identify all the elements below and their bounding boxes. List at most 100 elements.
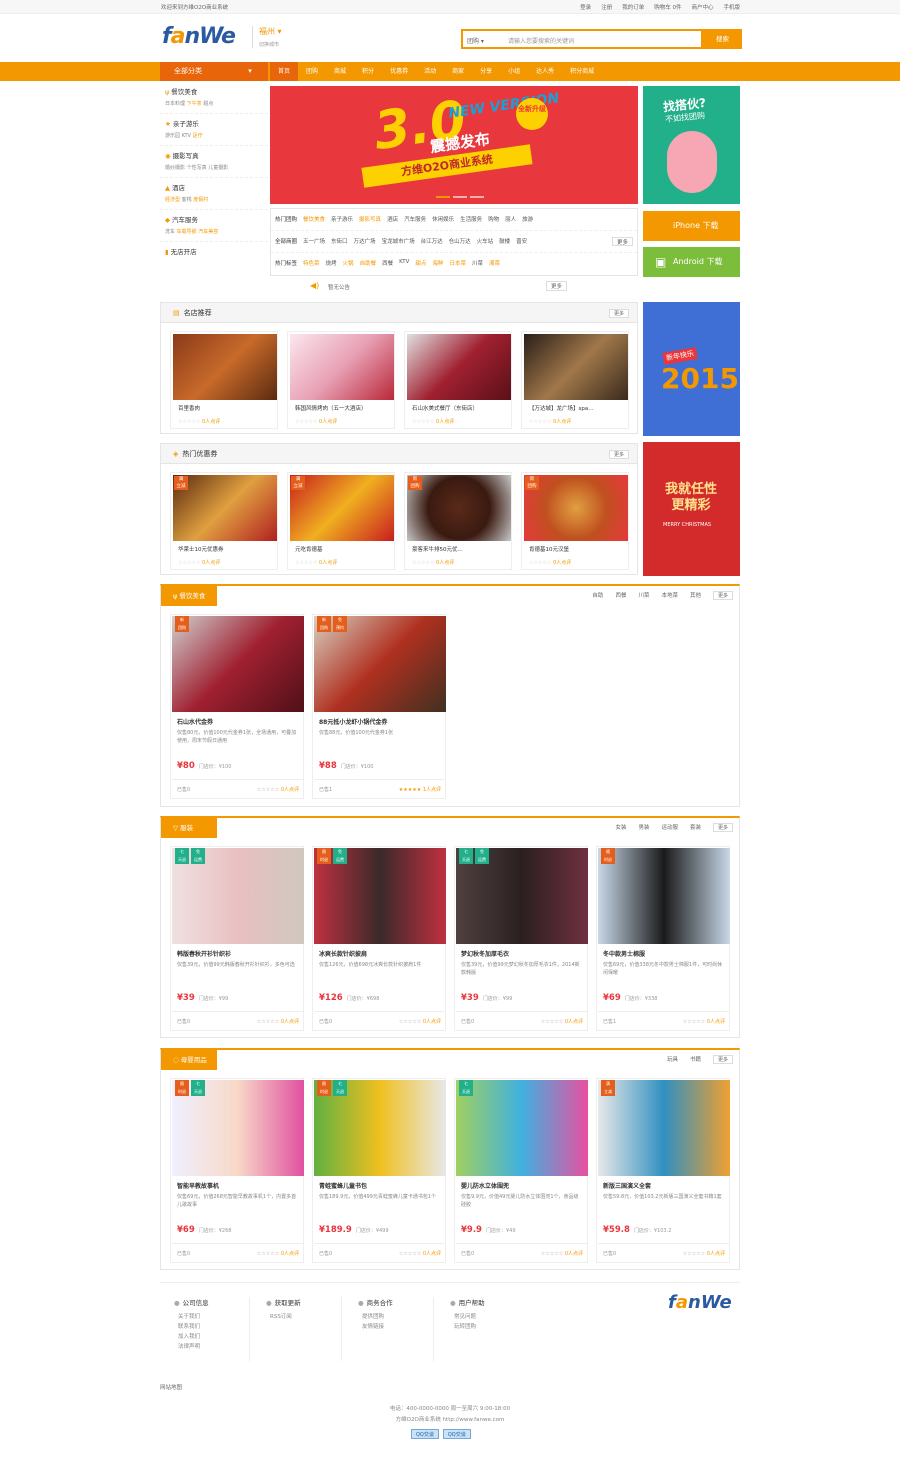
category-item[interactable]: ★ 亲子游乐 游乐园 KTV 足疗 <box>160 114 268 146</box>
nav-item-coupon[interactable]: 优惠券 <box>382 62 416 81</box>
hero-banner[interactable]: 3.0 NEW VERSION 全新升级 震撼发布 方维O2O商业系统 <box>270 86 638 204</box>
nav-item-event[interactable]: 活动 <box>416 62 444 81</box>
more-button[interactable]: 更多 <box>608 450 629 459</box>
sub-tab[interactable]: 川菜 <box>638 591 649 599</box>
category-item[interactable]: ψ 餐饮美食 日本料理 下午茶 甜点 <box>160 82 268 114</box>
nav-item-group[interactable]: 小组 <box>500 62 528 81</box>
notice-text[interactable]: 暂无公告 <box>328 283 350 291</box>
deal-card[interactable]: 满立减 新版三国演义全套 仅售59.8元，价值103.2元新版三国演义全套书籍1… <box>596 1078 730 1263</box>
search-type-select[interactable]: 团购 ▾ <box>467 36 484 45</box>
category-item[interactable]: ▲ 酒店 经济型 客栈 度假村 <box>160 178 268 210</box>
footer-link[interactable]: 法律声明 <box>178 1342 249 1352</box>
site-logo[interactable]: fanWe <box>162 24 238 52</box>
category-item[interactable]: ◆ 汽车服务 洗车 车载导航 汽车美容 <box>160 210 268 242</box>
more-button[interactable]: 更多 <box>712 823 733 832</box>
hot-links-box: 热门团购 餐饮美食 亲子游乐 摄影写真 酒店 汽车服务 休闲娱乐 生活服务 购物… <box>270 208 638 276</box>
category-item[interactable]: ▮ 无店开店 <box>160 242 268 274</box>
city-switcher[interactable]: 福州 ▾ 切换城市 <box>252 26 297 48</box>
nav-item-daren[interactable]: 达人秀 <box>528 62 562 81</box>
store-card[interactable]: 百里香肉 ☆☆☆☆☆ 0人点评 <box>170 331 278 429</box>
footer-link[interactable]: 关于我们 <box>178 1312 249 1322</box>
sub-tab[interactable]: 女装 <box>615 823 626 831</box>
sub-tab[interactable]: 男装 <box>638 823 649 831</box>
current-city[interactable]: 福州 <box>259 27 275 36</box>
nav-item-score-mall[interactable]: 积分商城 <box>562 62 602 81</box>
store-card[interactable]: 韩国风情烤肉（五一大酒店） ☆☆☆☆☆ 0人点评 <box>287 331 395 429</box>
carousel-dots[interactable] <box>436 196 484 198</box>
coupon-card[interactable]: 新团购 豪客来牛排50元优... ☆☆☆☆☆ 0人点评 <box>404 472 512 570</box>
mobile-link[interactable]: 手机版 <box>723 3 740 11</box>
footer-link[interactable]: 加入我们 <box>178 1332 249 1342</box>
christmas-ad[interactable]: 我就任性 更精彩 MERRY CHRISTMAS <box>643 442 740 576</box>
more-button[interactable]: 更多 <box>712 1055 733 1064</box>
nav-item-store[interactable]: 商家 <box>444 62 472 81</box>
nav-item-score[interactable]: 积分 <box>354 62 382 81</box>
merchant-center-link[interactable]: 商户中心 <box>691 3 713 11</box>
phone-illustration <box>667 131 717 193</box>
nav-item-home[interactable]: 首页 <box>270 62 299 81</box>
main-nav: 全部分类 ▾ 首页 团购 商城 积分 优惠券 活动 商家 分享 小组 达人秀 积… <box>0 62 900 81</box>
more-button[interactable]: 更多 <box>611 237 633 246</box>
deal-card[interactable]: 新团购 免预约 88元抵小龙虾小锅代金券 仅售88元，价值100元代金券1张 ¥… <box>312 614 446 799</box>
speaker-icon: ◀) <box>310 281 320 290</box>
footer-logo[interactable]: fanWe <box>668 1292 732 1313</box>
deal-card[interactable]: 随时退 冬中款男士棉服 仅售69元，价值338元冬中款男士棉服1件，可时尚休闲保… <box>596 846 730 1031</box>
android-download-button[interactable]: ▣ Android 下载 <box>643 247 740 277</box>
sub-tab[interactable]: 本地菜 <box>661 591 678 599</box>
sub-tab[interactable]: 套装 <box>690 823 701 831</box>
block-title: 热门优惠券 <box>182 450 218 458</box>
section-food: ψ 餐饮美食 自助 西餐 川菜 本地菜 其他 更多 新团购 石山水代金券 仅售8… <box>160 584 740 807</box>
coupon-card[interactable]: 新团购 肯德基10元汉堡 ☆☆☆☆☆ 0人点评 <box>521 472 629 570</box>
footer-link[interactable]: 常见问题 <box>454 1312 526 1322</box>
nav-item-mall[interactable]: 商城 <box>326 62 354 81</box>
side-ad-tuan[interactable]: 找搭伙? 不如找团购 <box>643 86 740 204</box>
chevron-down-icon: ▾ <box>277 27 282 36</box>
cart-link[interactable]: 购物车 0件 <box>654 3 681 11</box>
register-link[interactable]: 注册 <box>601 3 612 11</box>
footer-link[interactable]: RSS订阅 <box>270 1312 341 1322</box>
qq-chat-button[interactable]: QQ交谈 <box>411 1429 439 1439</box>
deal-card[interactable]: 七天退 婴儿防水立体围兜 仅售9.9元，价值49元婴儿防水立体围兜1个，食品级硅… <box>454 1078 588 1263</box>
deal-card[interactable]: 随时退 免运费 冰爽长款针织披肩 仅售126元，价值698元冰爽长款针织披肩1件… <box>312 846 446 1031</box>
coupon-card[interactable]: 满立减 华莱士10元优惠券 ☆☆☆☆☆ 0人点评 <box>170 472 278 570</box>
nav-item-share[interactable]: 分享 <box>472 62 500 81</box>
sub-tab[interactable]: 西餐 <box>615 591 626 599</box>
featured-stores: ▤ 名店推荐 更多 百里香肉 ☆☆☆☆☆ 0人点评 韩国风情烤肉（五一大酒店） ☆☆☆☆… <box>160 302 638 434</box>
deal-card[interactable]: 新团购 石山水代金券 仅售80元，价值100元代金券1张，全场通用，可叠加使用，… <box>170 614 304 799</box>
more-button[interactable]: 更多 <box>608 309 629 318</box>
deal-card[interactable]: 随时退 七天退 智能早教故事机 仅售69元，价值268元智能早教故事机1个，内置… <box>170 1078 304 1263</box>
shop-icon: ▮ <box>165 248 169 256</box>
footer-link[interactable]: 友情链接 <box>362 1322 433 1332</box>
footer-col: 商务合作 提供团购友情链接 <box>344 1297 434 1361</box>
search-input[interactable]: 请输入您要搜索的关键词 <box>508 36 574 45</box>
sub-tab[interactable]: 书籍 <box>690 1055 701 1063</box>
footer-link[interactable]: 提供团购 <box>362 1312 433 1322</box>
store-card[interactable]: 石山水美式餐厅（东街店） ☆☆☆☆☆ 0人点评 <box>404 331 512 429</box>
nav-item-tuan[interactable]: 团购 <box>298 62 326 81</box>
deal-card[interactable]: 七天退 免运费 韩版春秋开衫针织衫 仅售39元，价值99元韩版春秋开衫针织衫，多… <box>170 846 304 1031</box>
qq-chat-button[interactable]: QQ交谈 <box>442 1429 471 1439</box>
footer-link[interactable]: 联系我们 <box>178 1322 249 1332</box>
login-link[interactable]: 登录 <box>580 3 591 11</box>
search-button[interactable]: 搜索 <box>703 29 742 49</box>
hot-tag-row: 热门标签 特色菜 烧烤 火锅 自助餐 西餐 KTV 甜点 海鲜 日本菜 川菜 湘… <box>275 259 500 267</box>
category-item[interactable]: ◉ 摄影写真 婚纱摄影 个性写真 儿童摄影 <box>160 146 268 178</box>
sub-tab[interactable]: 自助 <box>592 591 603 599</box>
new-year-ad[interactable]: 新年快乐 2015 <box>643 302 740 436</box>
sub-tab[interactable]: 运动服 <box>661 823 678 831</box>
deal-card[interactable]: 七天退 免运费 梦幻秋冬加厚毛衣 仅售39元，价值99元梦幻秋冬加厚毛衣1件，2… <box>454 846 588 1031</box>
city-switch-link[interactable]: 切换城市 <box>259 41 297 48</box>
sub-tab[interactable]: 玩具 <box>667 1055 678 1063</box>
footer-link[interactable]: 玩转团购 <box>454 1322 526 1332</box>
all-categories-button[interactable]: 全部分类 ▾ <box>160 62 268 81</box>
coupon-card[interactable]: 满立减 元吃肯德基 ☆☆☆☆☆ 0人点评 <box>287 472 395 570</box>
sub-tab[interactable]: 其他 <box>690 591 701 599</box>
ios-download-button[interactable]: iPhone 下载 <box>643 211 740 241</box>
notice-more-button[interactable]: 更多 <box>546 281 568 291</box>
more-button[interactable]: 更多 <box>712 591 733 600</box>
friend-links[interactable]: 网站地图 <box>160 1383 182 1391</box>
deal-card[interactable]: 随时退 七天退 青蛙蜜蜂儿童书包 仅售189.9元，价值499元青蛙蜜蜂儿童卡通… <box>312 1078 446 1263</box>
footer-links: 公司信息 关于我们联系我们加入我们法律声明 获取更新 RSS订阅 商务合作 提供… <box>160 1282 740 1362</box>
my-orders-link[interactable]: 我的订单 <box>622 3 644 11</box>
store-card[interactable]: 【万达城】龙广场】spa... ☆☆☆☆☆ 0人点评 <box>521 331 629 429</box>
